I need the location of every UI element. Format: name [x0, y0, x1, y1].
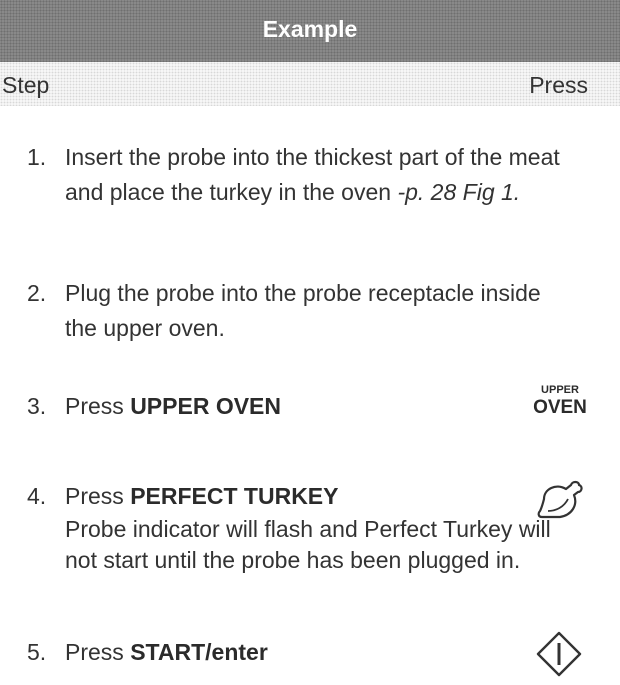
step-prefix: Press	[65, 483, 131, 509]
step-button-name: START/enter	[130, 639, 268, 665]
step-3: 3. Press UPPER OVEN	[27, 389, 567, 424]
start-enter-icon[interactable]	[536, 631, 582, 677]
header-title: Example	[262, 16, 358, 42]
step-prefix: Press	[65, 393, 131, 419]
step-number: 1.	[27, 144, 47, 170]
step-2: 2. Plug the probe into the probe recepta…	[27, 276, 567, 346]
step-1: 1. Insert the probe into the thickest pa…	[27, 140, 567, 210]
column-press-label: Press	[529, 72, 588, 98]
table-header: Example	[0, 0, 620, 62]
step-4: 4. Press PERFECT TURKEY Probe indicator …	[27, 479, 567, 576]
turkey-icon[interactable]	[536, 477, 584, 521]
step-prefix: Press	[65, 639, 131, 665]
step-button-name: UPPER OVEN	[130, 393, 282, 419]
step-note: Probe indicator will flash and Perfect T…	[65, 516, 551, 573]
step-number: 2.	[27, 280, 47, 306]
upper-oven-button-line1: UPPER	[541, 384, 579, 396]
step-button-name: PERFECT TURKEY	[130, 483, 339, 509]
step-number: 4.	[27, 483, 47, 509]
step-number: 3.	[27, 393, 47, 419]
upper-oven-button[interactable]: UPPER OVEN	[525, 384, 595, 419]
step-5: 5. Press START/enter	[27, 635, 567, 670]
column-header-row: Step Press	[0, 62, 620, 106]
step-number: 5.	[27, 639, 47, 665]
step-text: Plug the probe into the probe receptacle…	[65, 280, 541, 341]
column-step-label: Step	[2, 72, 50, 98]
upper-oven-button-line2: OVEN	[533, 397, 587, 418]
page-reference: -p. 28 Fig 1.	[397, 179, 521, 205]
